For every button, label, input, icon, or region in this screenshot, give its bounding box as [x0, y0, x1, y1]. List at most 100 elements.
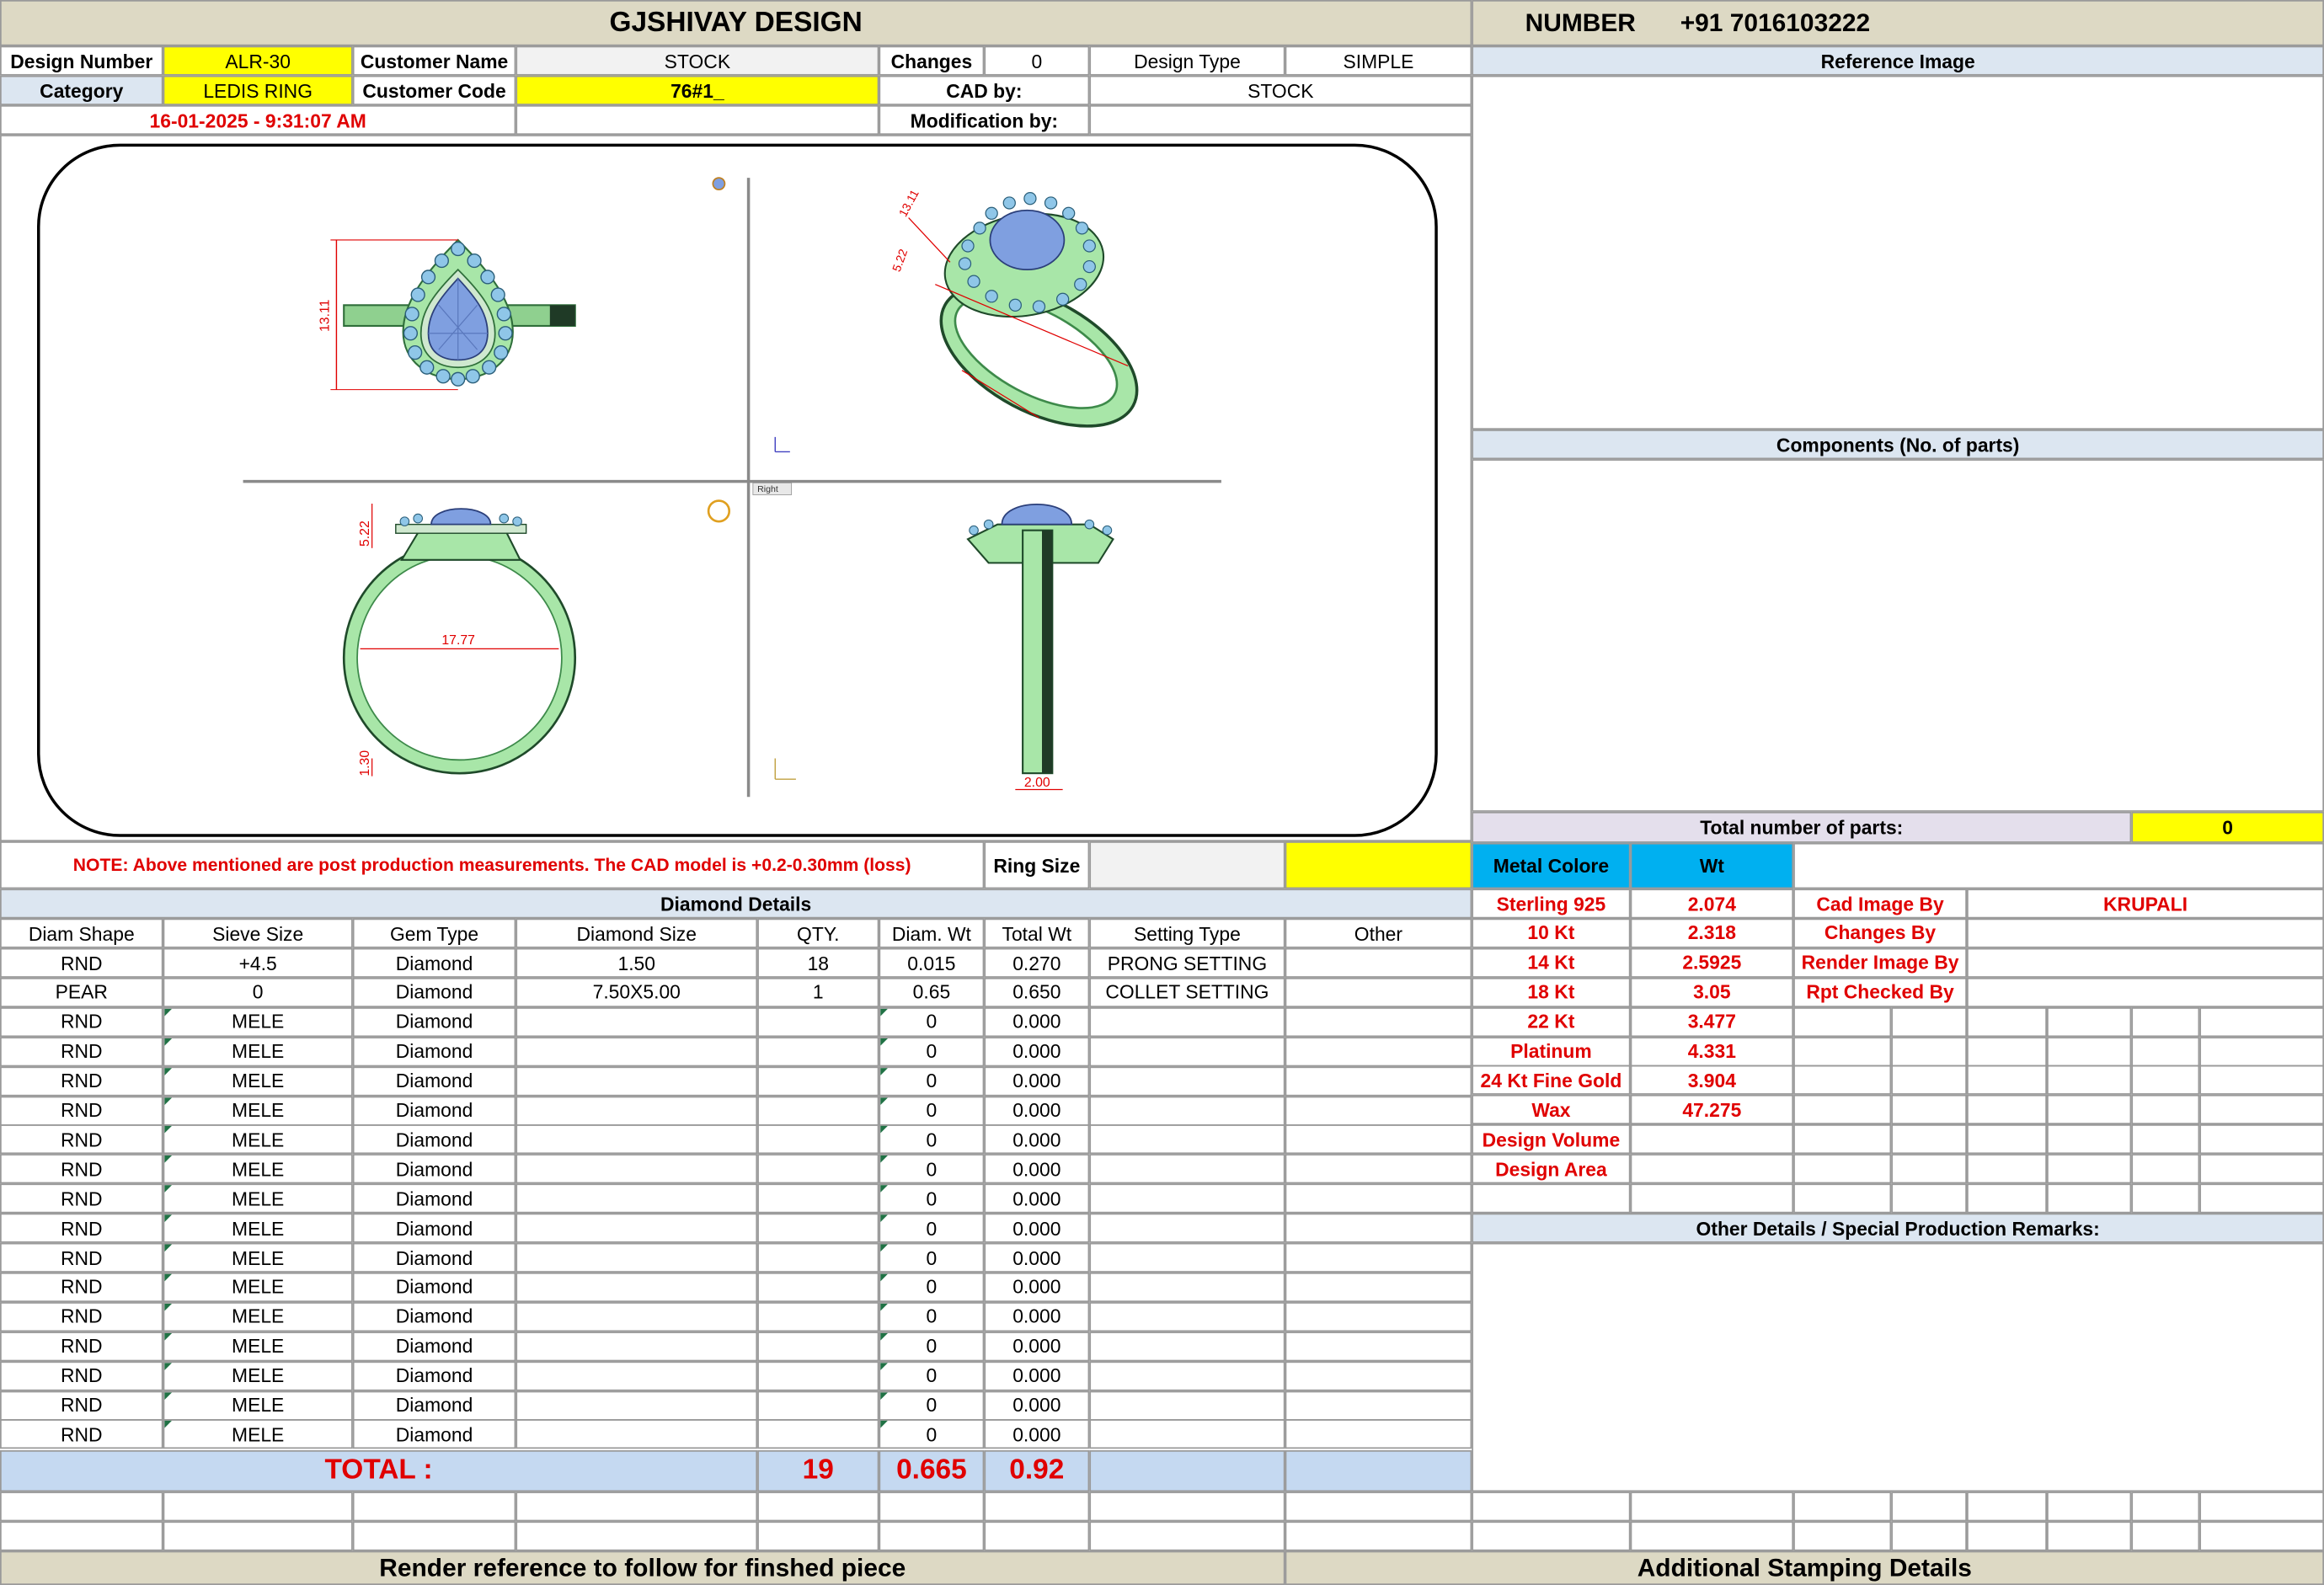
diamond-row-15-shape[interactable]: RND: [0, 1360, 163, 1390]
diamond-row-16-qty[interactable]: [757, 1390, 879, 1420]
diamond-row-9-shape[interactable]: RND: [0, 1183, 163, 1214]
metal-type-9[interactable]: Design Volume: [1472, 1124, 1631, 1155]
metal-type-3[interactable]: 14 Kt: [1472, 947, 1631, 978]
blank-cell[interactable]: [1472, 1492, 1631, 1522]
diamond-row-7-other[interactable]: [1285, 1124, 1472, 1155]
diamond-row-1-diamond-size[interactable]: 1.50: [516, 947, 758, 978]
diamond-row-14-shape[interactable]: RND: [0, 1331, 163, 1361]
metal-grid-cell[interactable]: [2131, 1006, 2200, 1037]
reference-image-header[interactable]: Reference Image: [1472, 45, 2324, 76]
diamond-row-9-other[interactable]: [1285, 1183, 1472, 1214]
diamond-row-9-setting-type[interactable]: [1089, 1183, 1285, 1214]
other-details-area[interactable]: [1472, 1242, 2324, 1492]
diamond-row-2-qty[interactable]: 1: [757, 977, 879, 1007]
diamond-row-16-setting-type[interactable]: [1089, 1390, 1285, 1420]
diamond-header-qty[interactable]: QTY.: [757, 918, 879, 948]
blank-cell[interactable]: [352, 1492, 516, 1522]
diamond-row-17-diam-wt[interactable]: 0: [879, 1419, 985, 1449]
diamond-row-3-other[interactable]: [1285, 1006, 1472, 1037]
diamond-row-10-sieve[interactable]: MELE: [163, 1213, 353, 1243]
diamond-row-10-qty[interactable]: [757, 1213, 879, 1243]
metal-type-7[interactable]: 24 Kt Fine Gold: [1472, 1065, 1631, 1096]
total-other-blank[interactable]: [1285, 1449, 1472, 1492]
diamond-header-diamond-size[interactable]: Diamond Size: [516, 918, 758, 948]
diamond-row-6-qty[interactable]: [757, 1095, 879, 1125]
diamond-row-15-diamond-size[interactable]: [516, 1360, 758, 1390]
metal-grid-cell[interactable]: [1793, 1154, 1892, 1184]
metal-grid-cell[interactable]: [1891, 1036, 1967, 1066]
diamond-row-9-qty[interactable]: [757, 1183, 879, 1214]
diamond-row-3-diamond-size[interactable]: [516, 1006, 758, 1037]
diamond-row-7-diamond-size[interactable]: [516, 1124, 758, 1155]
diamond-row-8-gem-type[interactable]: Diamond: [352, 1154, 516, 1184]
diamond-row-9-diam-wt[interactable]: 0: [879, 1183, 985, 1214]
blank-cell[interactable]: [879, 1492, 985, 1522]
blank-cell[interactable]: [2131, 1492, 2200, 1522]
diamond-row-6-gem-type[interactable]: Diamond: [352, 1095, 516, 1125]
diamond-row-6-diamond-size[interactable]: [516, 1095, 758, 1125]
metal-type-2[interactable]: 10 Kt: [1472, 918, 1631, 948]
diamond-row-6-total-wt[interactable]: 0.000: [984, 1095, 1090, 1125]
diamond-row-17-other[interactable]: [1285, 1419, 1472, 1449]
diamond-row-4-sieve[interactable]: MELE: [163, 1036, 353, 1066]
credit-label-1[interactable]: Cad Image By: [1793, 889, 1967, 919]
diamond-row-9-gem-type[interactable]: Diamond: [352, 1183, 516, 1214]
components-header[interactable]: Components (No. of parts): [1472, 430, 2324, 460]
blank-cell[interactable]: [1089, 1521, 1285, 1551]
diamond-row-17-shape[interactable]: RND: [0, 1419, 163, 1449]
render-reference-footer[interactable]: Render reference to follow for finshed p…: [0, 1550, 1285, 1585]
diamond-row-16-gem-type[interactable]: Diamond: [352, 1390, 516, 1420]
diamond-row-10-total-wt[interactable]: 0.000: [984, 1213, 1090, 1243]
diamond-row-14-diam-wt[interactable]: 0: [879, 1331, 985, 1361]
metal-type-1[interactable]: Sterling 925: [1472, 889, 1631, 919]
diamond-row-16-total-wt[interactable]: 0.000: [984, 1390, 1090, 1420]
credit-value-4[interactable]: [1966, 977, 2324, 1007]
modification-label[interactable]: Modification by:: [879, 104, 1090, 136]
metal-grid-cell[interactable]: [1793, 1124, 1892, 1155]
metal-grid-cell[interactable]: [2199, 1124, 2324, 1155]
diamond-row-3-diam-wt[interactable]: 0: [879, 1006, 985, 1037]
diamond-row-13-shape[interactable]: RND: [0, 1301, 163, 1332]
diamond-row-15-other[interactable]: [1285, 1360, 1472, 1390]
blank-cell[interactable]: [757, 1492, 879, 1522]
blank-cell[interactable]: [2047, 1521, 2132, 1551]
diamond-row-17-diamond-size[interactable]: [516, 1419, 758, 1449]
diamond-row-8-diamond-size[interactable]: [516, 1154, 758, 1184]
diamond-row-12-setting-type[interactable]: [1089, 1272, 1285, 1302]
metal-grid-cell[interactable]: [1966, 1006, 2048, 1037]
metal-grid-cell[interactable]: [1891, 1065, 1967, 1096]
diamond-row-4-diamond-size[interactable]: [516, 1036, 758, 1066]
blank-cell[interactable]: [1891, 1521, 1967, 1551]
components-area[interactable]: [1472, 459, 2324, 812]
diamond-row-17-sieve[interactable]: MELE: [163, 1419, 353, 1449]
diamond-row-10-diam-wt[interactable]: 0: [879, 1213, 985, 1243]
diamond-row-12-other[interactable]: [1285, 1272, 1472, 1302]
diamond-row-15-diam-wt[interactable]: 0: [879, 1360, 985, 1390]
diamond-row-7-sieve[interactable]: MELE: [163, 1124, 353, 1155]
metal-wt-7[interactable]: 3.904: [1630, 1065, 1794, 1096]
diamond-row-1-shape[interactable]: RND: [0, 947, 163, 978]
blank-cell[interactable]: [516, 1492, 758, 1522]
diamond-row-12-qty[interactable]: [757, 1272, 879, 1302]
diamond-row-5-gem-type[interactable]: Diamond: [352, 1065, 516, 1096]
metal-grid-cell[interactable]: [2047, 1124, 2132, 1155]
metal-wt-4[interactable]: 3.05: [1630, 977, 1794, 1007]
metal-grid-cell[interactable]: [2199, 1036, 2324, 1066]
diamond-row-11-gem-type[interactable]: Diamond: [352, 1242, 516, 1273]
diamond-row-5-setting-type[interactable]: [1089, 1065, 1285, 1096]
blank-cell[interactable]: [352, 1521, 516, 1551]
metal-grid-cell[interactable]: [2047, 1154, 2132, 1184]
diamond-row-12-diamond-size[interactable]: [516, 1272, 758, 1302]
metal-grid-cell[interactable]: [1966, 1154, 2048, 1184]
metal-grid-cell[interactable]: [2131, 1065, 2200, 1096]
diamond-row-7-gem-type[interactable]: Diamond: [352, 1124, 516, 1155]
diamond-row-2-gem-type[interactable]: Diamond: [352, 977, 516, 1007]
diamond-row-7-diam-wt[interactable]: 0: [879, 1124, 985, 1155]
blank-cell[interactable]: [1285, 1521, 1472, 1551]
category-label[interactable]: Category: [0, 75, 163, 105]
metal-grid-cell[interactable]: [1630, 1183, 1794, 1214]
modification-cell[interactable]: [1089, 104, 1472, 136]
diamond-row-11-diamond-size[interactable]: [516, 1242, 758, 1273]
diamond-row-13-gem-type[interactable]: Diamond: [352, 1301, 516, 1332]
diamond-row-16-sieve[interactable]: MELE: [163, 1390, 353, 1420]
